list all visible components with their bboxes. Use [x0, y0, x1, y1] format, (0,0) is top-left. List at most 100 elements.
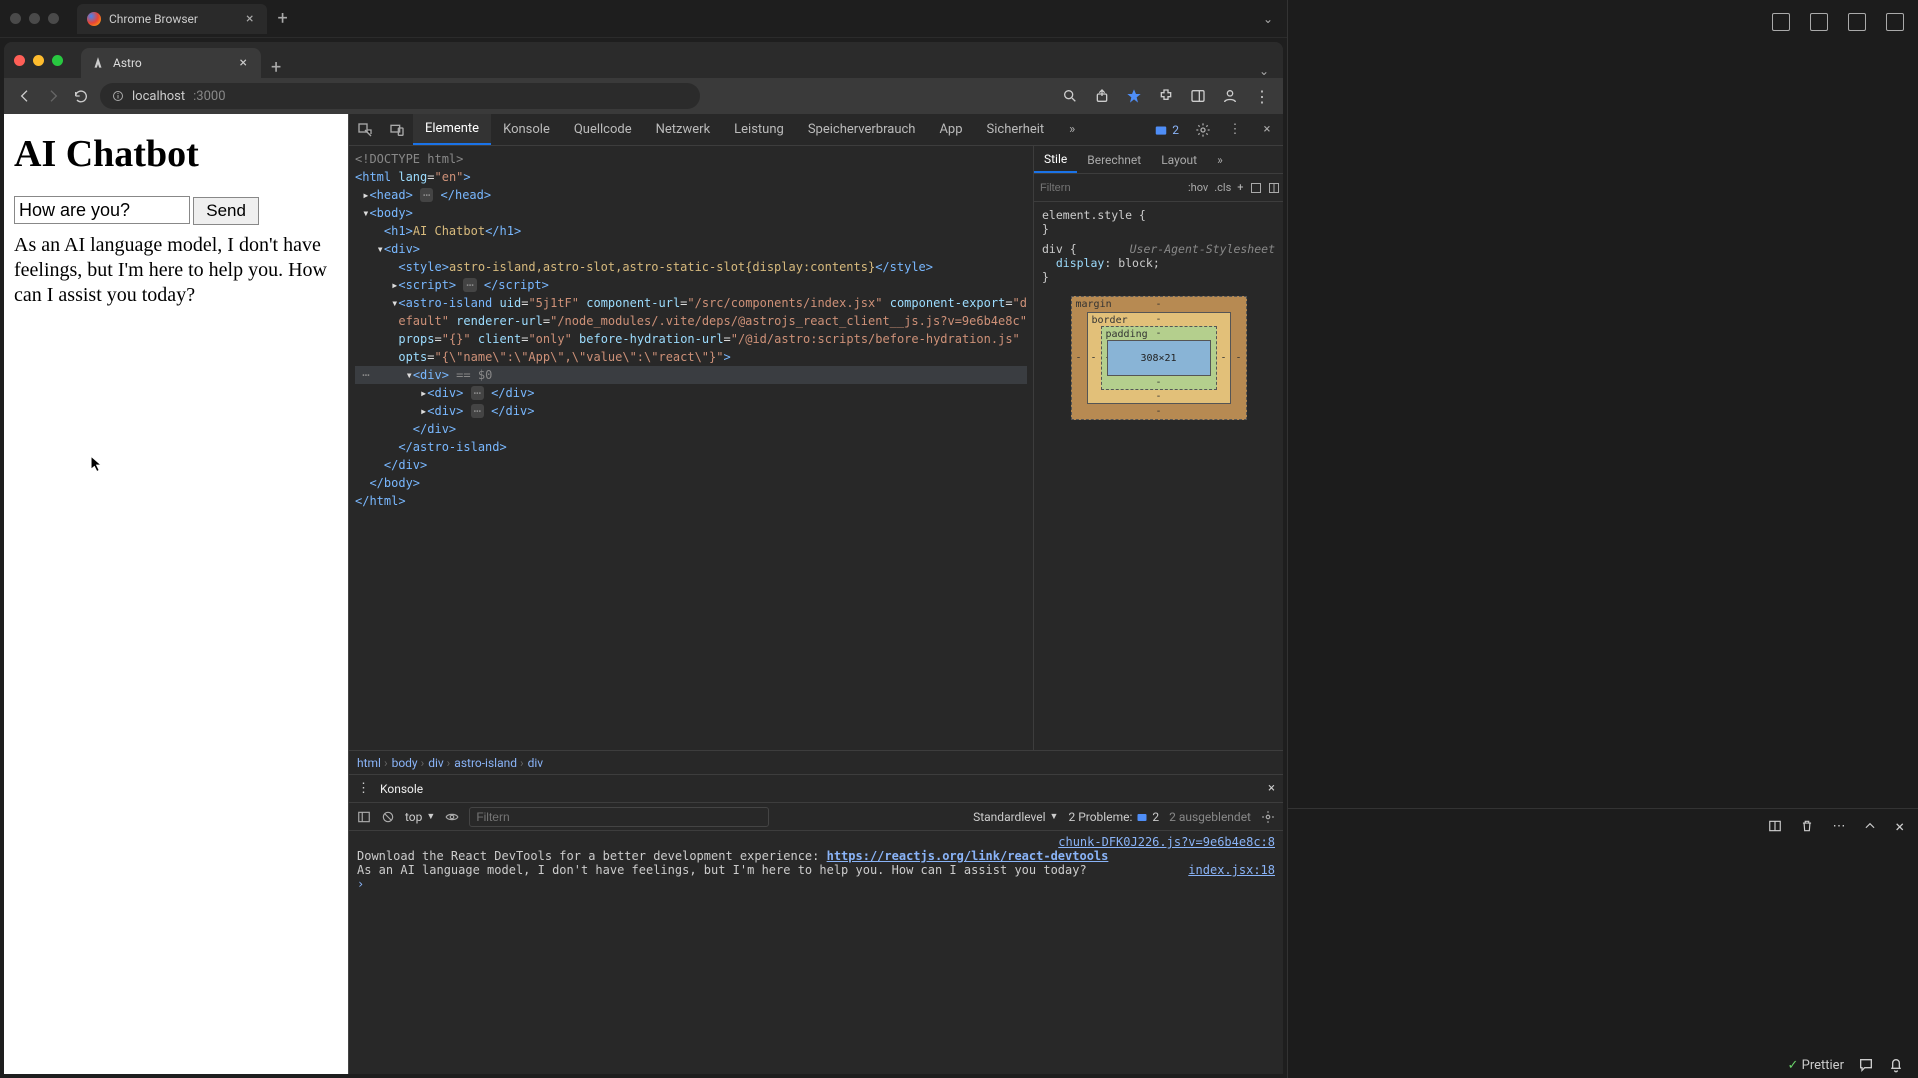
console-row2-text: Download the React DevTools for a better…	[357, 849, 827, 863]
console-level[interactable]: Standardlevel▼	[973, 810, 1058, 824]
devtools-tab-konsole[interactable]: Konsole	[491, 114, 562, 145]
console-row3-src[interactable]: index.jsx:18	[1168, 863, 1275, 877]
address-host: localhost	[132, 89, 185, 104]
outer-tab-title: Chrome Browser	[109, 12, 198, 26]
dom-tree[interactable]: <!DOCTYPE html> <html lang="en"> ▸<head>…	[349, 146, 1033, 750]
editor-layout-1-icon[interactable]	[1772, 13, 1790, 31]
browser-window: Astro × + ⌄	[4, 42, 1283, 1074]
console-context[interactable]: top▼	[405, 810, 435, 824]
outer-tabs-dropdown-icon[interactable]: ⌄	[1263, 12, 1273, 26]
devtools-tab-quellcode[interactable]: Quellcode	[562, 114, 644, 145]
devtools-tab-speicher[interactable]: Speicherverbrauch	[796, 114, 928, 145]
dom-breadcrumb[interactable]: html body div astro-island div	[349, 750, 1283, 774]
console-drawer-menu-icon[interactable]: ⋮	[357, 781, 370, 796]
devtools-tab-sicherheit[interactable]: Sicherheit	[975, 114, 1057, 145]
outer-new-tab-button[interactable]: +	[277, 8, 287, 29]
console-problems[interactable]: 2 Probleme: 2	[1068, 810, 1159, 824]
styles-more-icon[interactable]: »	[1207, 146, 1233, 173]
share-icon[interactable]	[1093, 87, 1111, 105]
send-button[interactable]: Send	[193, 197, 259, 225]
reload-button[interactable]	[72, 87, 90, 105]
console-prompt[interactable]: ›	[357, 877, 364, 891]
styles-filter-input[interactable]	[1040, 182, 1182, 194]
devtools-tab-elemente[interactable]: Elemente	[413, 114, 491, 145]
statusbar-bell-icon[interactable]	[1888, 1057, 1904, 1073]
profile-icon[interactable]	[1221, 87, 1239, 105]
tabs-dropdown-icon[interactable]: ⌄	[1259, 64, 1269, 78]
devtools-tab-leistung[interactable]: Leistung	[722, 114, 796, 145]
menu-icon[interactable]: ⋮	[1253, 87, 1271, 105]
console-drawer-tab[interactable]: Konsole	[380, 782, 423, 796]
extensions-icon[interactable]	[1157, 87, 1175, 105]
devtools-issues-chip[interactable]: 2	[1146, 114, 1187, 145]
styles-tab-layout[interactable]: Layout	[1151, 146, 1207, 173]
styles-tab-stile[interactable]: Stile	[1034, 146, 1077, 173]
editor-top-toolbar	[1288, 0, 1918, 44]
site-info-icon[interactable]	[112, 90, 124, 102]
forward-button[interactable]	[44, 87, 62, 105]
console-filter-input[interactable]	[469, 807, 769, 827]
console-drawer-close-icon[interactable]: ×	[1268, 781, 1275, 796]
new-tab-button[interactable]: +	[271, 57, 281, 78]
back-button[interactable]	[16, 87, 34, 105]
bookmark-icon[interactable]	[1125, 87, 1143, 105]
inspect-icon[interactable]	[349, 114, 381, 145]
browser-tab-title: Astro	[113, 56, 142, 70]
devtools-settings-icon[interactable]	[1187, 114, 1219, 145]
astro-favicon-icon	[91, 56, 105, 70]
inner-tabstrip: Astro × + ⌄	[4, 42, 1283, 78]
console-row2-link[interactable]: https://reactjs.org/link/react-devtools	[827, 849, 1109, 863]
div-rule-selector[interactable]: div {	[1042, 242, 1077, 256]
styles-panel-icon[interactable]	[1268, 182, 1280, 194]
editor-layout-2-icon[interactable]	[1810, 13, 1828, 31]
console-clear-icon[interactable]	[381, 810, 395, 824]
page-content: AI Chatbot Send As an AI language model,…	[4, 114, 348, 1074]
console-drawer: ⋮ Konsole ×	[349, 774, 1283, 1074]
side-panel-icon[interactable]	[1189, 87, 1207, 105]
console-settings-icon[interactable]	[1261, 810, 1275, 824]
hov-toggle[interactable]: :hov	[1188, 181, 1208, 194]
console-hidden[interactable]: 2 ausgeblendet	[1169, 810, 1251, 824]
element-style-rule[interactable]: element.style {	[1042, 208, 1275, 222]
console-row3-text: As an AI language model, I don't have fe…	[357, 863, 1087, 877]
devtools-close-icon[interactable]: ×	[1251, 114, 1283, 145]
address-rest: :3000	[193, 89, 225, 104]
styles-tab-berechnet[interactable]: Berechnet	[1077, 146, 1151, 173]
editor-statusbar: ✓ Prettier	[1288, 1052, 1918, 1078]
outer-tabstrip: Chrome Browser × + ⌄	[0, 0, 1287, 38]
editor-panel-more-icon[interactable]: ⋯	[1832, 819, 1845, 834]
zoom-icon[interactable]	[1061, 87, 1079, 105]
editor-layout-3-icon[interactable]	[1848, 13, 1866, 31]
devtools-tab-netzwerk[interactable]: Netzwerk	[644, 114, 723, 145]
statusbar-feedback-icon[interactable]	[1858, 1057, 1874, 1073]
editor-panel-up-icon[interactable]	[1863, 819, 1877, 833]
editor-layout-4-icon[interactable]	[1886, 13, 1904, 31]
inner-traffic-lights[interactable]	[14, 55, 63, 66]
console-eye-icon[interactable]	[445, 810, 459, 824]
outer-browser-tab[interactable]: Chrome Browser ×	[77, 4, 267, 34]
new-style-icon[interactable]: +	[1237, 181, 1243, 194]
editor-panel-close-icon[interactable]: ×	[1895, 817, 1904, 836]
address-bar[interactable]: localhost :3000	[100, 83, 700, 109]
page-heading: AI Chatbot	[14, 132, 338, 176]
outer-tab-close-icon[interactable]: ×	[246, 11, 253, 27]
styles-panel: Stile Berechnet Layout » :hov .cls +	[1033, 146, 1283, 750]
device-toggle-icon[interactable]	[381, 114, 413, 145]
browser-toolbar: localhost :3000	[4, 78, 1283, 114]
browser-tab[interactable]: Astro ×	[81, 48, 261, 78]
editor-panel-split-icon[interactable]	[1768, 819, 1782, 833]
statusbar-prettier[interactable]: ✓ Prettier	[1788, 1058, 1845, 1073]
console-sidebar-icon[interactable]	[357, 810, 371, 824]
devtools-more-tabs-icon[interactable]: »	[1056, 114, 1088, 145]
devtools-menu-icon[interactable]: ⋮	[1219, 114, 1251, 145]
console-row1-src[interactable]: chunk-DFK0J226.js?v=9e6b4e8c:8	[1038, 835, 1275, 849]
outer-traffic-lights	[10, 13, 59, 24]
devtools-tab-app[interactable]: App	[927, 114, 974, 145]
styles-layout-icon[interactable]	[1250, 182, 1262, 194]
editor-panel-trash-icon[interactable]	[1800, 819, 1814, 833]
cls-toggle[interactable]: .cls	[1214, 181, 1231, 194]
browser-tab-close-icon[interactable]: ×	[240, 55, 247, 71]
chat-input[interactable]	[14, 196, 190, 224]
devtools-panel: Elemente Konsole Quellcode Netzwerk Leis…	[348, 114, 1283, 1074]
box-model-diagram[interactable]: margin - - - - border - -	[1071, 296, 1247, 420]
